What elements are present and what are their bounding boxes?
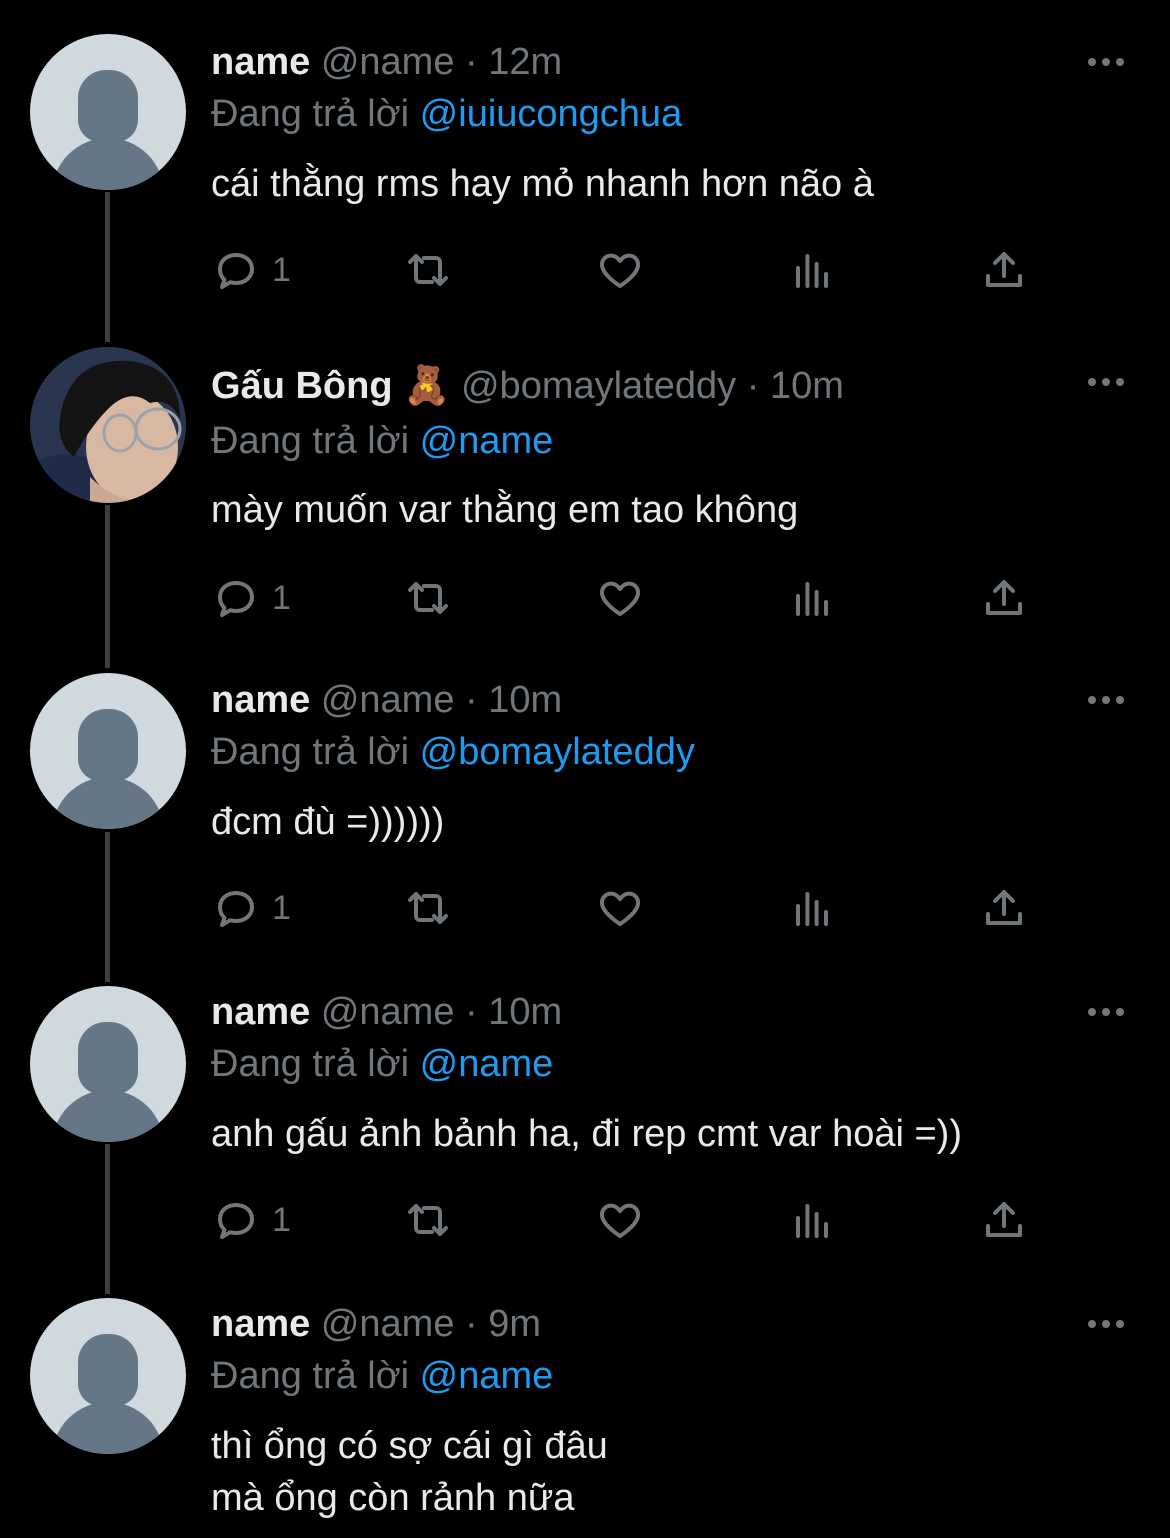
default-avatar[interactable] xyxy=(30,673,186,829)
views-button[interactable] xyxy=(788,878,836,938)
reply-icon xyxy=(218,1203,254,1239)
more-icon[interactable] xyxy=(1086,372,1126,392)
reply-mention-link[interactable]: @bomaylateddy xyxy=(420,731,695,773)
handle[interactable]: @name xyxy=(321,679,455,721)
replying-to-label: Đang trả lời xyxy=(211,1355,410,1397)
profile-photo xyxy=(30,347,186,503)
display-name[interactable]: name xyxy=(211,991,310,1033)
views-icon xyxy=(796,254,828,288)
replying-to-label: Đang trả lời xyxy=(211,93,410,135)
like-icon xyxy=(600,1203,640,1238)
separator-dot: · xyxy=(746,365,760,407)
reply-count: 1 xyxy=(272,888,291,927)
reply-count: 1 xyxy=(272,578,291,617)
default-avatar[interactable] xyxy=(30,34,186,190)
display-name[interactable]: name xyxy=(211,679,310,721)
timestamp[interactable]: 10m xyxy=(488,679,562,721)
photo-avatar[interactable] xyxy=(30,347,186,503)
share-icon xyxy=(986,890,1022,925)
retweet-button[interactable] xyxy=(404,240,452,300)
reply-mention-link[interactable]: @name xyxy=(420,1043,554,1085)
reply-mention-link[interactable]: @iuiucongchua xyxy=(420,93,683,135)
share-icon xyxy=(986,580,1022,615)
reply-mention-link[interactable]: @name xyxy=(420,420,554,462)
share-button[interactable] xyxy=(980,240,1028,300)
separator-dot: · xyxy=(465,1303,478,1345)
timestamp[interactable]: 10m xyxy=(770,365,844,407)
retweet-button[interactable] xyxy=(404,568,452,628)
reply-count: 1 xyxy=(272,250,291,289)
like-button[interactable] xyxy=(596,568,644,628)
views-button[interactable] xyxy=(788,568,836,628)
views-button[interactable] xyxy=(788,1190,836,1250)
handle[interactable]: @name xyxy=(321,41,455,83)
tweet-text: cái thằng rms hay mỏ nhanh hơn não à xyxy=(211,163,874,205)
like-icon xyxy=(600,581,640,616)
share-button[interactable] xyxy=(980,878,1028,938)
share-icon xyxy=(986,1202,1022,1237)
replying-to-label: Đang trả lời xyxy=(211,420,410,462)
timestamp[interactable]: 10m xyxy=(488,991,562,1033)
reply-icon xyxy=(218,891,254,927)
separator-dot: · xyxy=(465,41,478,83)
like-button[interactable] xyxy=(596,878,644,938)
views-button[interactable] xyxy=(788,240,836,300)
tweet-text: mày muốn var thằng em tao không xyxy=(211,489,799,531)
retweet-icon xyxy=(408,1204,448,1236)
tweet-text: thì ổng có sợ cái gì đâu mà ổng còn rảnh… xyxy=(211,1425,608,1519)
share-icon xyxy=(986,252,1022,287)
reply-button[interactable]: 1 xyxy=(212,568,291,628)
default-avatar[interactable] xyxy=(30,1298,186,1454)
reply-icon xyxy=(218,581,254,617)
reply-button[interactable]: 1 xyxy=(212,878,291,938)
retweet-button[interactable] xyxy=(404,878,452,938)
retweet-button[interactable] xyxy=(404,1190,452,1250)
separator-dot: · xyxy=(465,679,478,721)
timestamp[interactable]: 9m xyxy=(488,1303,541,1345)
tweet-text: đcm đù =)))))) xyxy=(211,801,445,843)
share-button[interactable] xyxy=(980,1190,1028,1250)
display-name[interactable]: Gấu Bông 🧸 xyxy=(211,365,450,407)
reply-icon xyxy=(218,253,254,289)
views-icon xyxy=(796,582,828,616)
like-button[interactable] xyxy=(596,240,644,300)
replying-to-label: Đang trả lời xyxy=(211,1043,410,1085)
more-icon[interactable] xyxy=(1086,690,1126,710)
like-icon xyxy=(600,891,640,926)
like-button[interactable] xyxy=(596,1190,644,1250)
like-icon xyxy=(600,253,640,288)
timestamp[interactable]: 12m xyxy=(488,41,562,83)
separator-dot: · xyxy=(465,991,478,1033)
views-icon xyxy=(796,1204,828,1238)
reply-button[interactable]: 1 xyxy=(212,240,291,300)
handle[interactable]: @name xyxy=(321,1303,455,1345)
retweet-icon xyxy=(408,254,448,286)
replying-to-label: Đang trả lời xyxy=(211,731,410,773)
display-name[interactable]: name xyxy=(211,41,310,83)
reply-mention-link[interactable]: @name xyxy=(420,1355,554,1397)
retweet-icon xyxy=(408,892,448,924)
more-icon[interactable] xyxy=(1086,52,1126,72)
default-avatar[interactable] xyxy=(30,986,186,1142)
handle[interactable]: @bomaylateddy xyxy=(461,365,736,407)
reply-button[interactable]: 1 xyxy=(212,1190,291,1250)
handle[interactable]: @name xyxy=(321,991,455,1033)
retweet-icon xyxy=(408,582,448,614)
views-icon xyxy=(796,892,828,926)
tweet-text: anh gấu ảnh bảnh ha, đi rep cmt var hoài… xyxy=(211,1113,962,1155)
share-button[interactable] xyxy=(980,568,1028,628)
more-icon[interactable] xyxy=(1086,1314,1126,1334)
display-name[interactable]: name xyxy=(211,1303,310,1345)
reply-count: 1 xyxy=(272,1200,291,1239)
more-icon[interactable] xyxy=(1086,1002,1126,1022)
